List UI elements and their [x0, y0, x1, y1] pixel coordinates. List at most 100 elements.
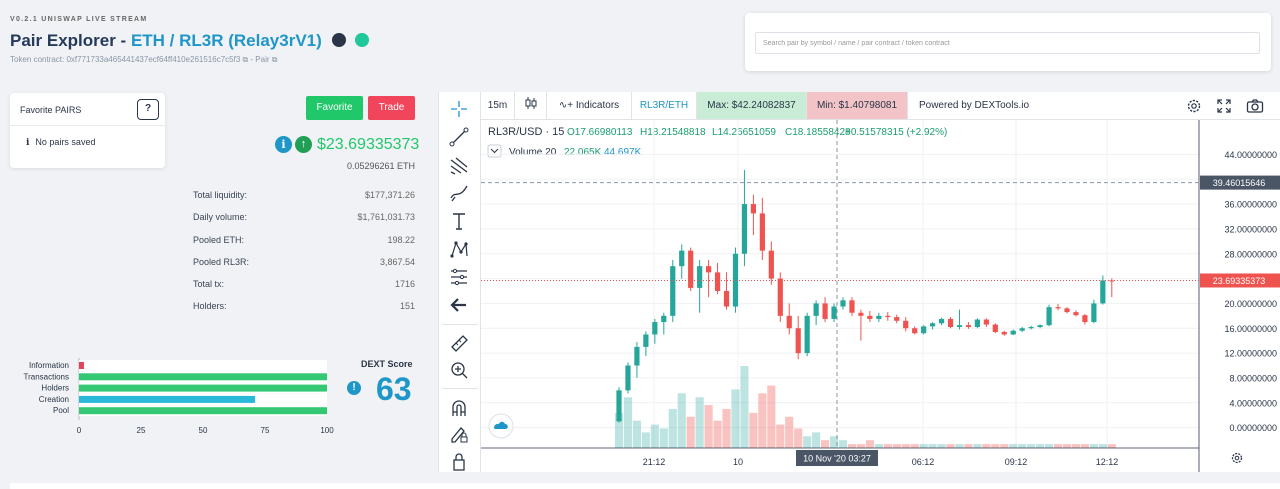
- info-icon[interactable]: i: [275, 136, 292, 153]
- version-label: V0.2.1 UNISWAP LIVE STREAM: [10, 16, 148, 23]
- warning-icon[interactable]: !: [347, 381, 361, 395]
- zoom-in-icon[interactable]: [448, 359, 470, 381]
- chart-icon[interactable]: [331, 33, 346, 47]
- interval-selector[interactable]: 15m: [481, 92, 515, 119]
- volume-bar: [1107, 444, 1116, 448]
- stat-value: 198.22: [387, 234, 415, 245]
- fib-tool-icon[interactable]: [448, 154, 470, 176]
- powered-by-link[interactable]: Powered by DEXTools.io: [908, 92, 1040, 119]
- volume-bar: [865, 440, 874, 448]
- trade-button[interactable]: Trade: [368, 96, 415, 120]
- refresh-icon[interactable]: [355, 33, 370, 47]
- token-contract[interactable]: Token contract: 0xf771733a465441437ecf64…: [10, 55, 277, 65]
- divider: [10, 125, 165, 126]
- category-label: Holders: [41, 384, 69, 393]
- candle-body: [661, 315, 667, 323]
- price-candlestick-chart[interactable]: RL3R/USD · 15 O17.66980113 H18.21548818 …: [481, 120, 1280, 472]
- projection-icon[interactable]: [448, 266, 470, 288]
- volume-bar: [937, 444, 946, 448]
- pair-name: ETH / RL3R (Relay3rV1): [130, 31, 322, 50]
- candle-body: [795, 328, 801, 354]
- pair-toggle[interactable]: RL3R/ETH: [632, 92, 697, 119]
- candle-type-button[interactable]: [515, 92, 547, 119]
- volume-bar: [1045, 444, 1054, 448]
- info-icon: i: [26, 138, 30, 148]
- candle-body: [652, 322, 658, 335]
- volume-bar: [1036, 444, 1045, 448]
- chart-settings-gear-icon[interactable]: [1231, 452, 1243, 464]
- volume-bar: [1080, 444, 1089, 448]
- volume-bar: [767, 385, 776, 448]
- indicators-button[interactable]: ∿+ Indicators: [547, 92, 632, 119]
- volume-bar: [901, 444, 910, 448]
- crosshair-time-label: 10 Nov '20 03:27: [803, 454, 871, 464]
- help-button[interactable]: ?: [137, 99, 159, 120]
- magnet-icon[interactable]: [448, 397, 470, 419]
- volume-value-1: 22.065K: [564, 147, 602, 158]
- category-label: Information: [29, 361, 69, 370]
- arrow-up-icon: ↑: [295, 136, 312, 153]
- stat-row: Total liquidity: $177,371.26: [193, 190, 415, 212]
- candle-body: [965, 325, 972, 328]
- volume-bar: [650, 424, 659, 448]
- toolbar-divider: [442, 324, 478, 325]
- arrow-left-icon[interactable]: [448, 294, 470, 316]
- volume-bar: [677, 393, 686, 448]
- lock-icon[interactable]: [448, 450, 470, 472]
- bar-holders: [79, 384, 327, 392]
- ruler-icon[interactable]: [448, 332, 470, 354]
- fullscreen-icon[interactable]: [1216, 98, 1232, 114]
- candle-body: [625, 365, 631, 391]
- candle-body: [822, 303, 828, 319]
- text-tool-icon[interactable]: [448, 210, 470, 232]
- camera-icon[interactable]: [1246, 98, 1264, 114]
- x-tick-label: 21:12: [643, 457, 666, 467]
- volume-bar: [883, 444, 892, 448]
- candle-body: [885, 315, 891, 318]
- trend-line-icon[interactable]: [448, 126, 470, 148]
- lock-drawing-icon[interactable]: [448, 423, 470, 445]
- candle-body: [930, 323, 936, 327]
- volume-bar: [1027, 444, 1036, 448]
- x-tick-label: 12:12: [1096, 457, 1119, 467]
- no-pairs-message: i No pairs saved: [26, 137, 95, 148]
- candle-body: [1010, 330, 1016, 335]
- indicators-label: Indicators: [575, 100, 620, 111]
- volume-bar: [704, 405, 713, 448]
- candle-body: [777, 278, 783, 316]
- candle-body: [849, 300, 855, 313]
- y-tick-label: 8.00000000: [1229, 373, 1277, 383]
- candle-body: [679, 250, 685, 267]
- candle-body: [813, 303, 819, 316]
- candle-body: [1037, 325, 1043, 328]
- candle-body: [1001, 331, 1007, 335]
- y-tick-label: 16.00000000: [1224, 324, 1277, 334]
- y-tick-label: 4.00000000: [1229, 398, 1277, 408]
- ohlc-change: +0.51578315 (+2.92%): [845, 127, 947, 138]
- candle-body: [1028, 327, 1034, 329]
- candle-body: [706, 266, 712, 273]
- ohlc-open: O17.66980113: [567, 127, 633, 138]
- x-tick-label: 100: [320, 426, 334, 435]
- settings-icon[interactable]: [1186, 98, 1202, 114]
- volume-bar: [623, 397, 633, 448]
- candle-body: [840, 300, 846, 307]
- stat-label: Total tx:: [193, 279, 225, 290]
- brush-icon[interactable]: [448, 182, 470, 204]
- favorite-button[interactable]: Favorite: [306, 96, 363, 120]
- search-input[interactable]: [755, 32, 1260, 54]
- candle-body: [1082, 315, 1088, 323]
- price-eth: 0.05296261 ETH: [346, 161, 415, 171]
- pattern-icon[interactable]: [448, 238, 470, 260]
- candle-body: [956, 325, 963, 328]
- volume-bar: [668, 408, 677, 448]
- favorite-pairs-card: Favorite PAIRS ? i No pairs saved: [10, 93, 165, 168]
- collapse-legend-button[interactable]: [487, 144, 502, 158]
- candle-body: [741, 204, 748, 254]
- stat-row: Total tx: 1716: [193, 279, 415, 301]
- volume-value-2: 44.697K: [604, 147, 642, 158]
- crosshair-icon[interactable]: [448, 98, 470, 120]
- y-tick-label: 20.00000000: [1224, 299, 1277, 309]
- x-tick-label: 0: [77, 426, 82, 435]
- x-tick-label: 25: [137, 426, 146, 435]
